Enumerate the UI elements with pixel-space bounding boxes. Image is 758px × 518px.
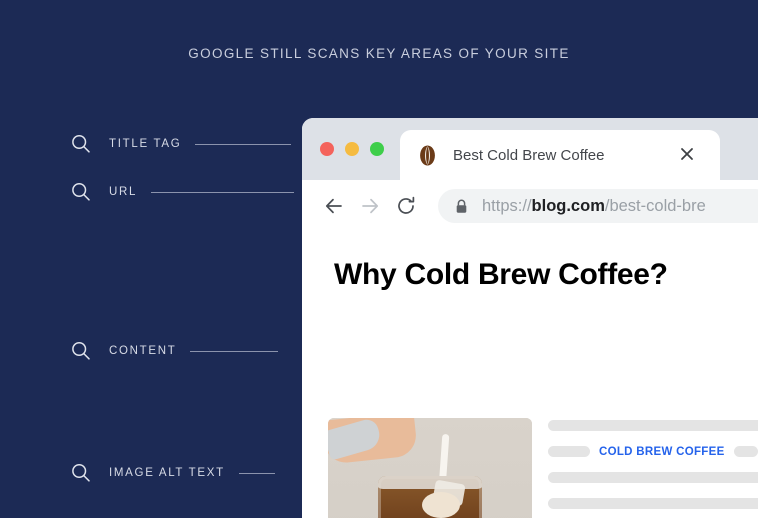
checklist-rule — [151, 191, 295, 193]
checklist-rule — [238, 472, 275, 474]
browser-window: Best Cold Brew Coffee https://blog.com/b… — [302, 118, 758, 518]
milk-swirl-top — [422, 492, 460, 518]
checklist-item-title-tag: TITLE TAG — [70, 133, 292, 155]
checklist-label: IMAGE ALT TEXT — [109, 467, 225, 479]
address-bar-text: https://blog.com/best-cold-bre — [482, 197, 706, 216]
maximize-window-button[interactable] — [370, 142, 384, 156]
placeholder-bar — [548, 472, 758, 483]
url-path: /best-cold-bre — [604, 196, 706, 215]
browser-tab-title: Best Cold Brew Coffee — [453, 146, 605, 164]
checklist-label: CONTENT — [109, 345, 177, 357]
browser-tab-strip: Best Cold Brew Coffee — [302, 118, 758, 180]
mason-jar — [378, 476, 482, 518]
article-page: Why Cold Brew Coffee? <alt="Glass of col… — [302, 232, 758, 518]
checklist-label: URL — [109, 186, 138, 198]
placeholder-bar — [548, 498, 758, 509]
search-icon — [70, 181, 92, 203]
article-heading: Why Cold Brew Coffee? — [334, 258, 668, 291]
back-arrow-icon[interactable] — [322, 194, 346, 218]
text-line-with-keyword: COLD BREW COFFEE — [548, 445, 758, 458]
minimize-window-button[interactable] — [345, 142, 359, 156]
search-icon — [70, 462, 92, 484]
forward-arrow-icon — [358, 194, 382, 218]
reload-icon[interactable] — [394, 194, 418, 218]
lock-icon — [455, 199, 468, 214]
placeholder-bar — [548, 420, 758, 431]
jar-rim — [378, 476, 482, 489]
checklist-item-url: URL — [70, 181, 295, 203]
checklist-label: TITLE TAG — [109, 138, 182, 150]
keyword-highlight: COLD BREW COFFEE — [599, 445, 725, 458]
close-icon[interactable] — [678, 145, 696, 163]
coffee-bean-icon — [418, 145, 437, 166]
placeholder-bar — [733, 446, 758, 457]
coffee-photo — [328, 418, 532, 518]
checklist-rule — [195, 143, 292, 145]
slide-canvas: GOOGLE STILL SCANS KEY AREAS OF YOUR SIT… — [0, 0, 758, 518]
search-icon — [70, 340, 92, 362]
browser-tab[interactable]: Best Cold Brew Coffee — [400, 130, 720, 180]
placeholder-bar — [548, 446, 590, 457]
text-line — [548, 420, 758, 431]
search-icon — [70, 133, 92, 155]
checklist-rule — [190, 350, 279, 352]
text-line — [548, 498, 758, 509]
url-scheme: https:// — [482, 196, 532, 215]
text-line — [548, 472, 758, 483]
article-image: <alt="Glass of cold brew coffee with mil… — [328, 418, 532, 518]
checklist-item-content: CONTENT — [70, 340, 279, 362]
url-domain: blog.com — [531, 196, 605, 215]
address-bar[interactable]: https://blog.com/best-cold-bre — [438, 189, 758, 223]
checklist-item-image-alt-text: IMAGE ALT TEXT — [70, 462, 275, 484]
page-title: GOOGLE STILL SCANS KEY AREAS OF YOUR SIT… — [188, 46, 570, 61]
hand-pouring-milk — [328, 418, 419, 465]
window-controls[interactable] — [320, 142, 384, 156]
close-window-button[interactable] — [320, 142, 334, 156]
article-body: COLD BREW COFFEE COLD BREW COFFEE — [548, 420, 758, 518]
browser-toolbar: https://blog.com/best-cold-bre — [302, 180, 758, 232]
